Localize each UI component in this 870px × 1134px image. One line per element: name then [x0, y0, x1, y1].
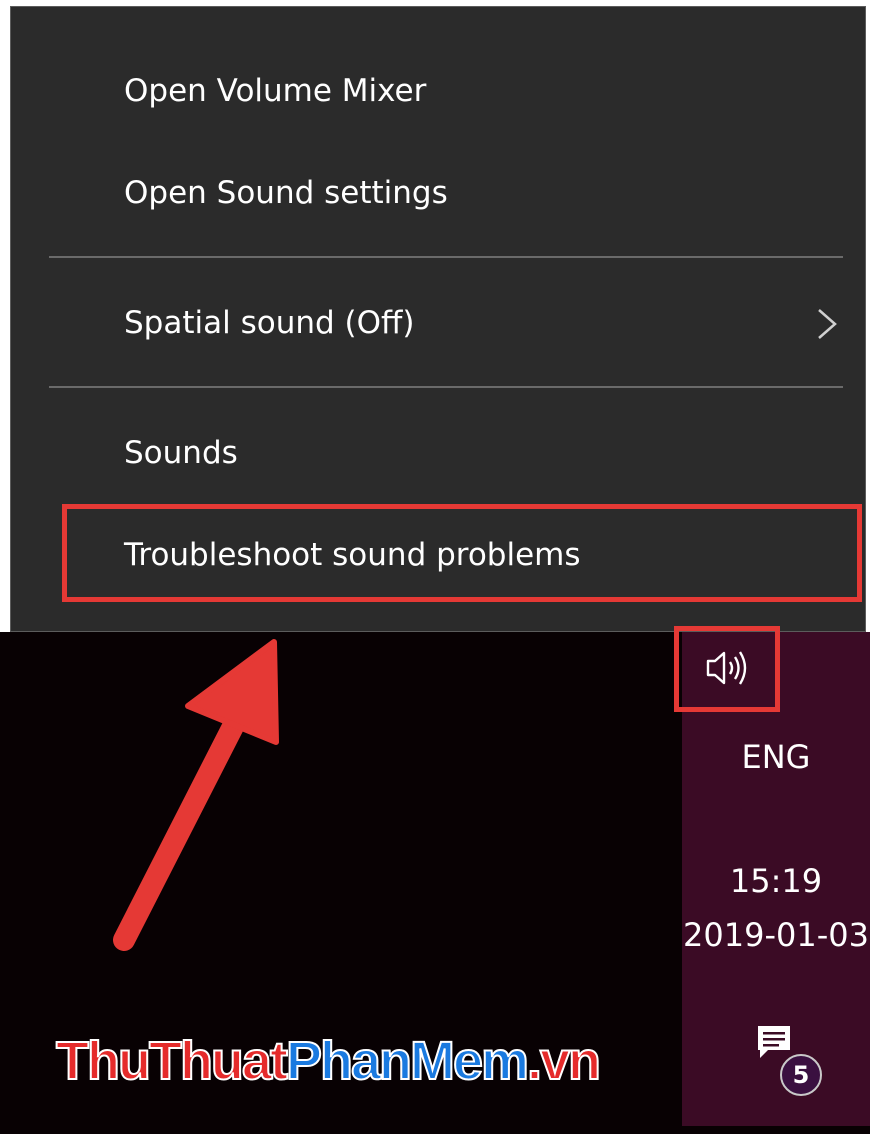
watermark-logo: ThuThuatPhanMem.vn: [55, 1031, 602, 1091]
red-arrow-annotation: [113, 639, 279, 951]
screen: Open Volume Mixer Open Sound settings Sp…: [0, 0, 870, 1134]
